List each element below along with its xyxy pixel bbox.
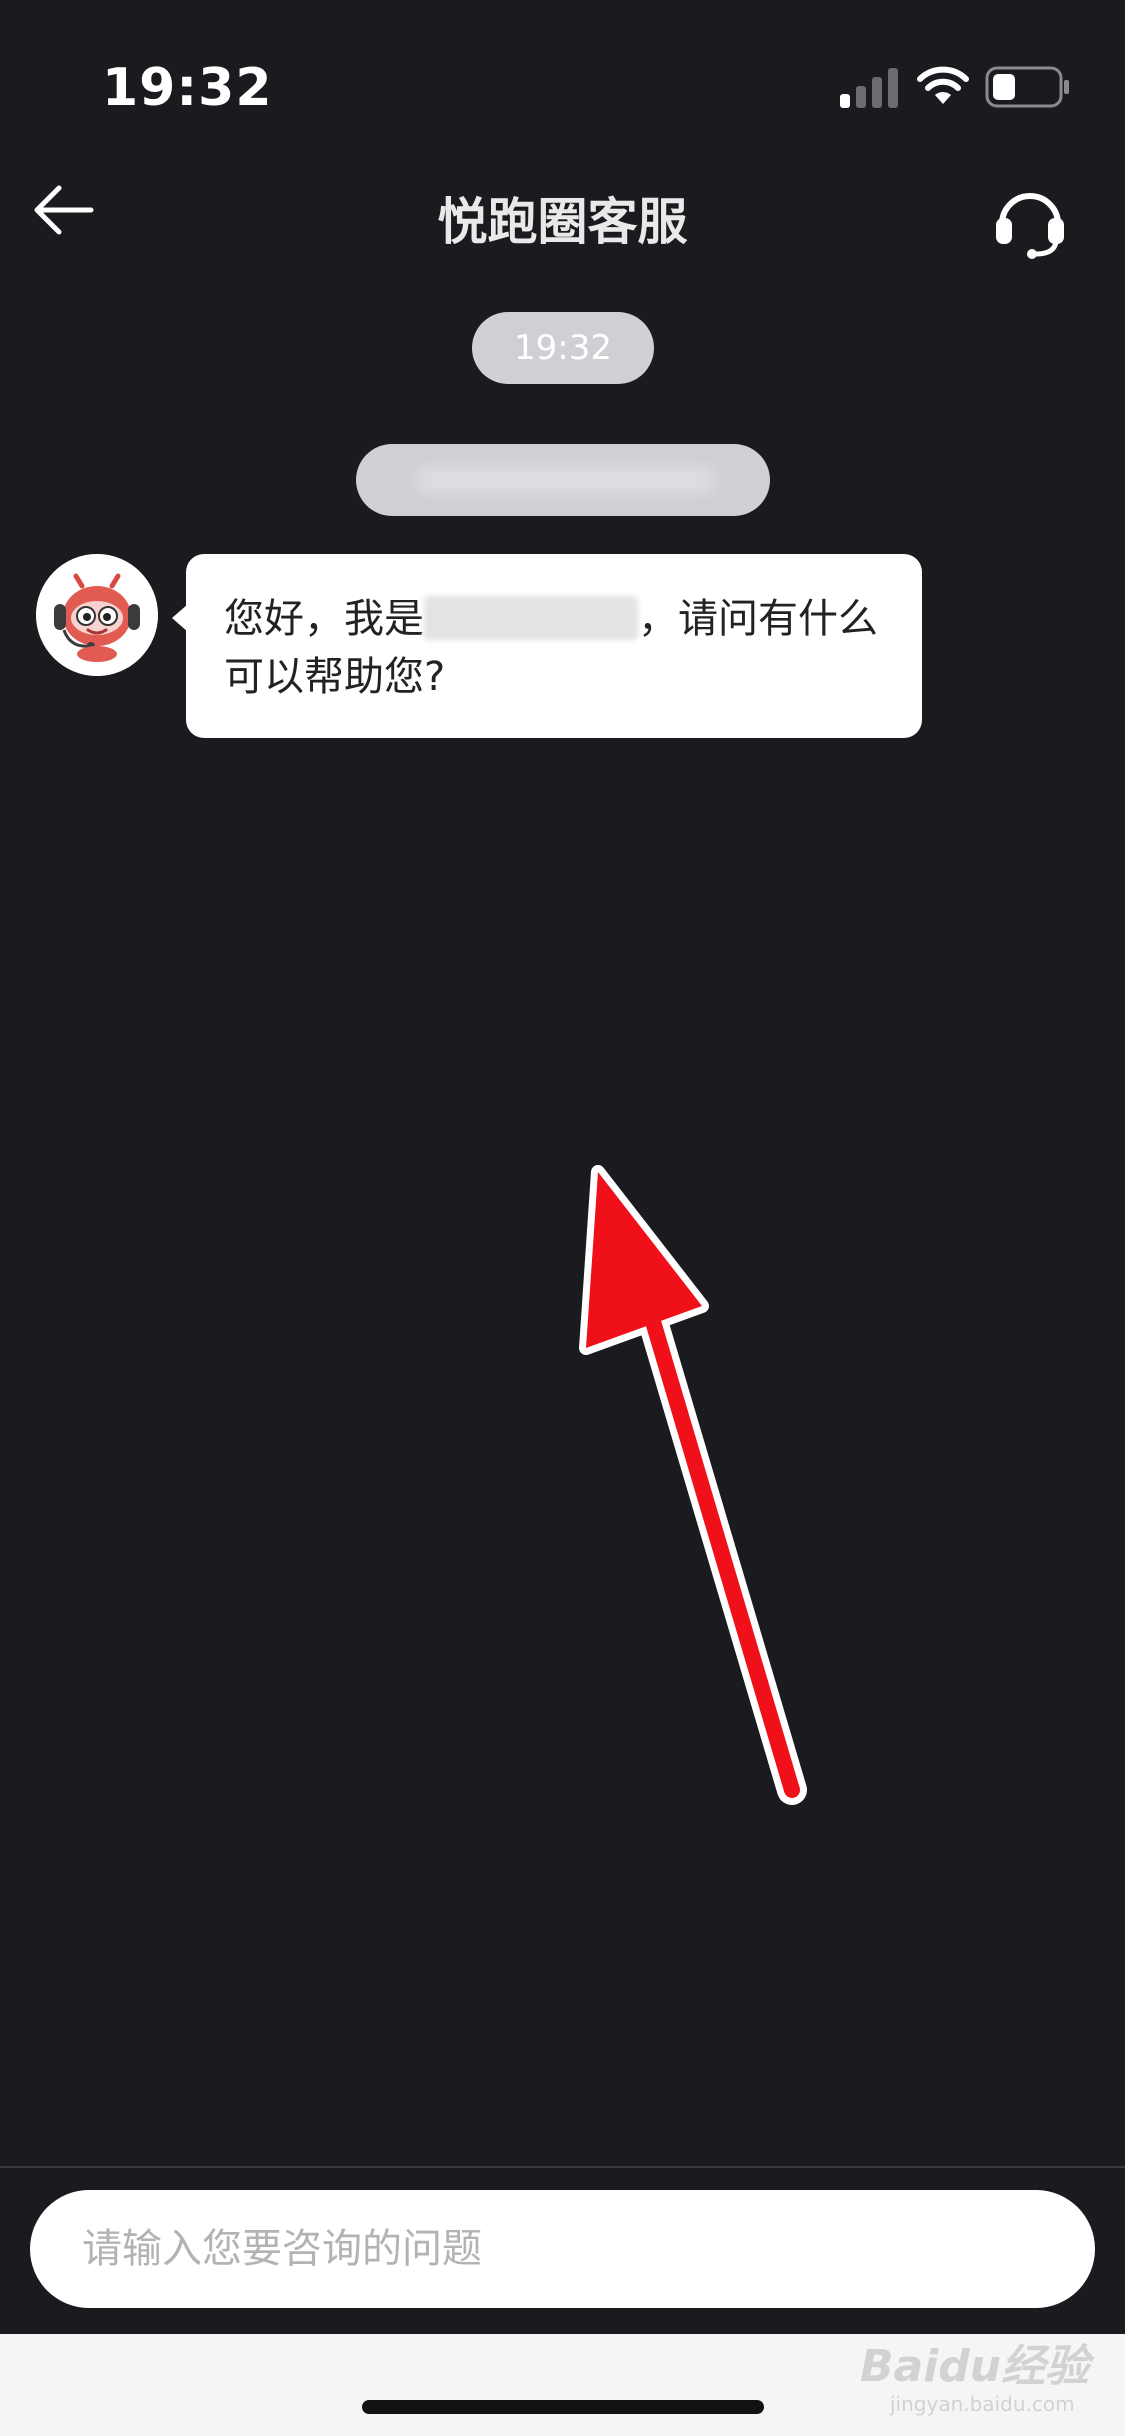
status-time: 19:32 <box>102 58 273 118</box>
baidu-watermark: Baidu经验 <box>860 2341 1090 2392</box>
redacted-text <box>416 466 716 494</box>
cellular-signal-icon <box>840 68 898 108</box>
customer-service-button[interactable] <box>990 180 1070 260</box>
agent-message-bubble: 您好，我是 ，请问有什么可以帮助您? <box>172 554 922 738</box>
message-text: 您好，我是 ，请问有什么可以帮助您? <box>224 590 894 706</box>
system-notice <box>356 444 770 516</box>
redacted-name <box>424 596 638 640</box>
chat-timestamp-label: 19:32 <box>514 328 612 368</box>
bubble-tail <box>172 604 188 632</box>
chat-timestamp: 19:32 <box>472 312 654 384</box>
input-divider <box>0 2166 1125 2168</box>
wifi-icon <box>917 66 969 104</box>
baidu-watermark-url: jingyan.baidu.com <box>890 2392 1075 2416</box>
message-text-start: 您好，我是 <box>224 596 424 642</box>
page-title: 悦跑圈客服 <box>437 193 688 251</box>
question-input[interactable] <box>30 2190 1095 2308</box>
annotation-arrow <box>579 1165 807 1805</box>
headset-icon <box>996 193 1064 259</box>
battery-icon <box>985 66 1069 108</box>
agent-avatar[interactable] <box>36 554 158 676</box>
home-indicator[interactable] <box>362 2400 764 2414</box>
robot-mascot-icon <box>36 554 158 676</box>
